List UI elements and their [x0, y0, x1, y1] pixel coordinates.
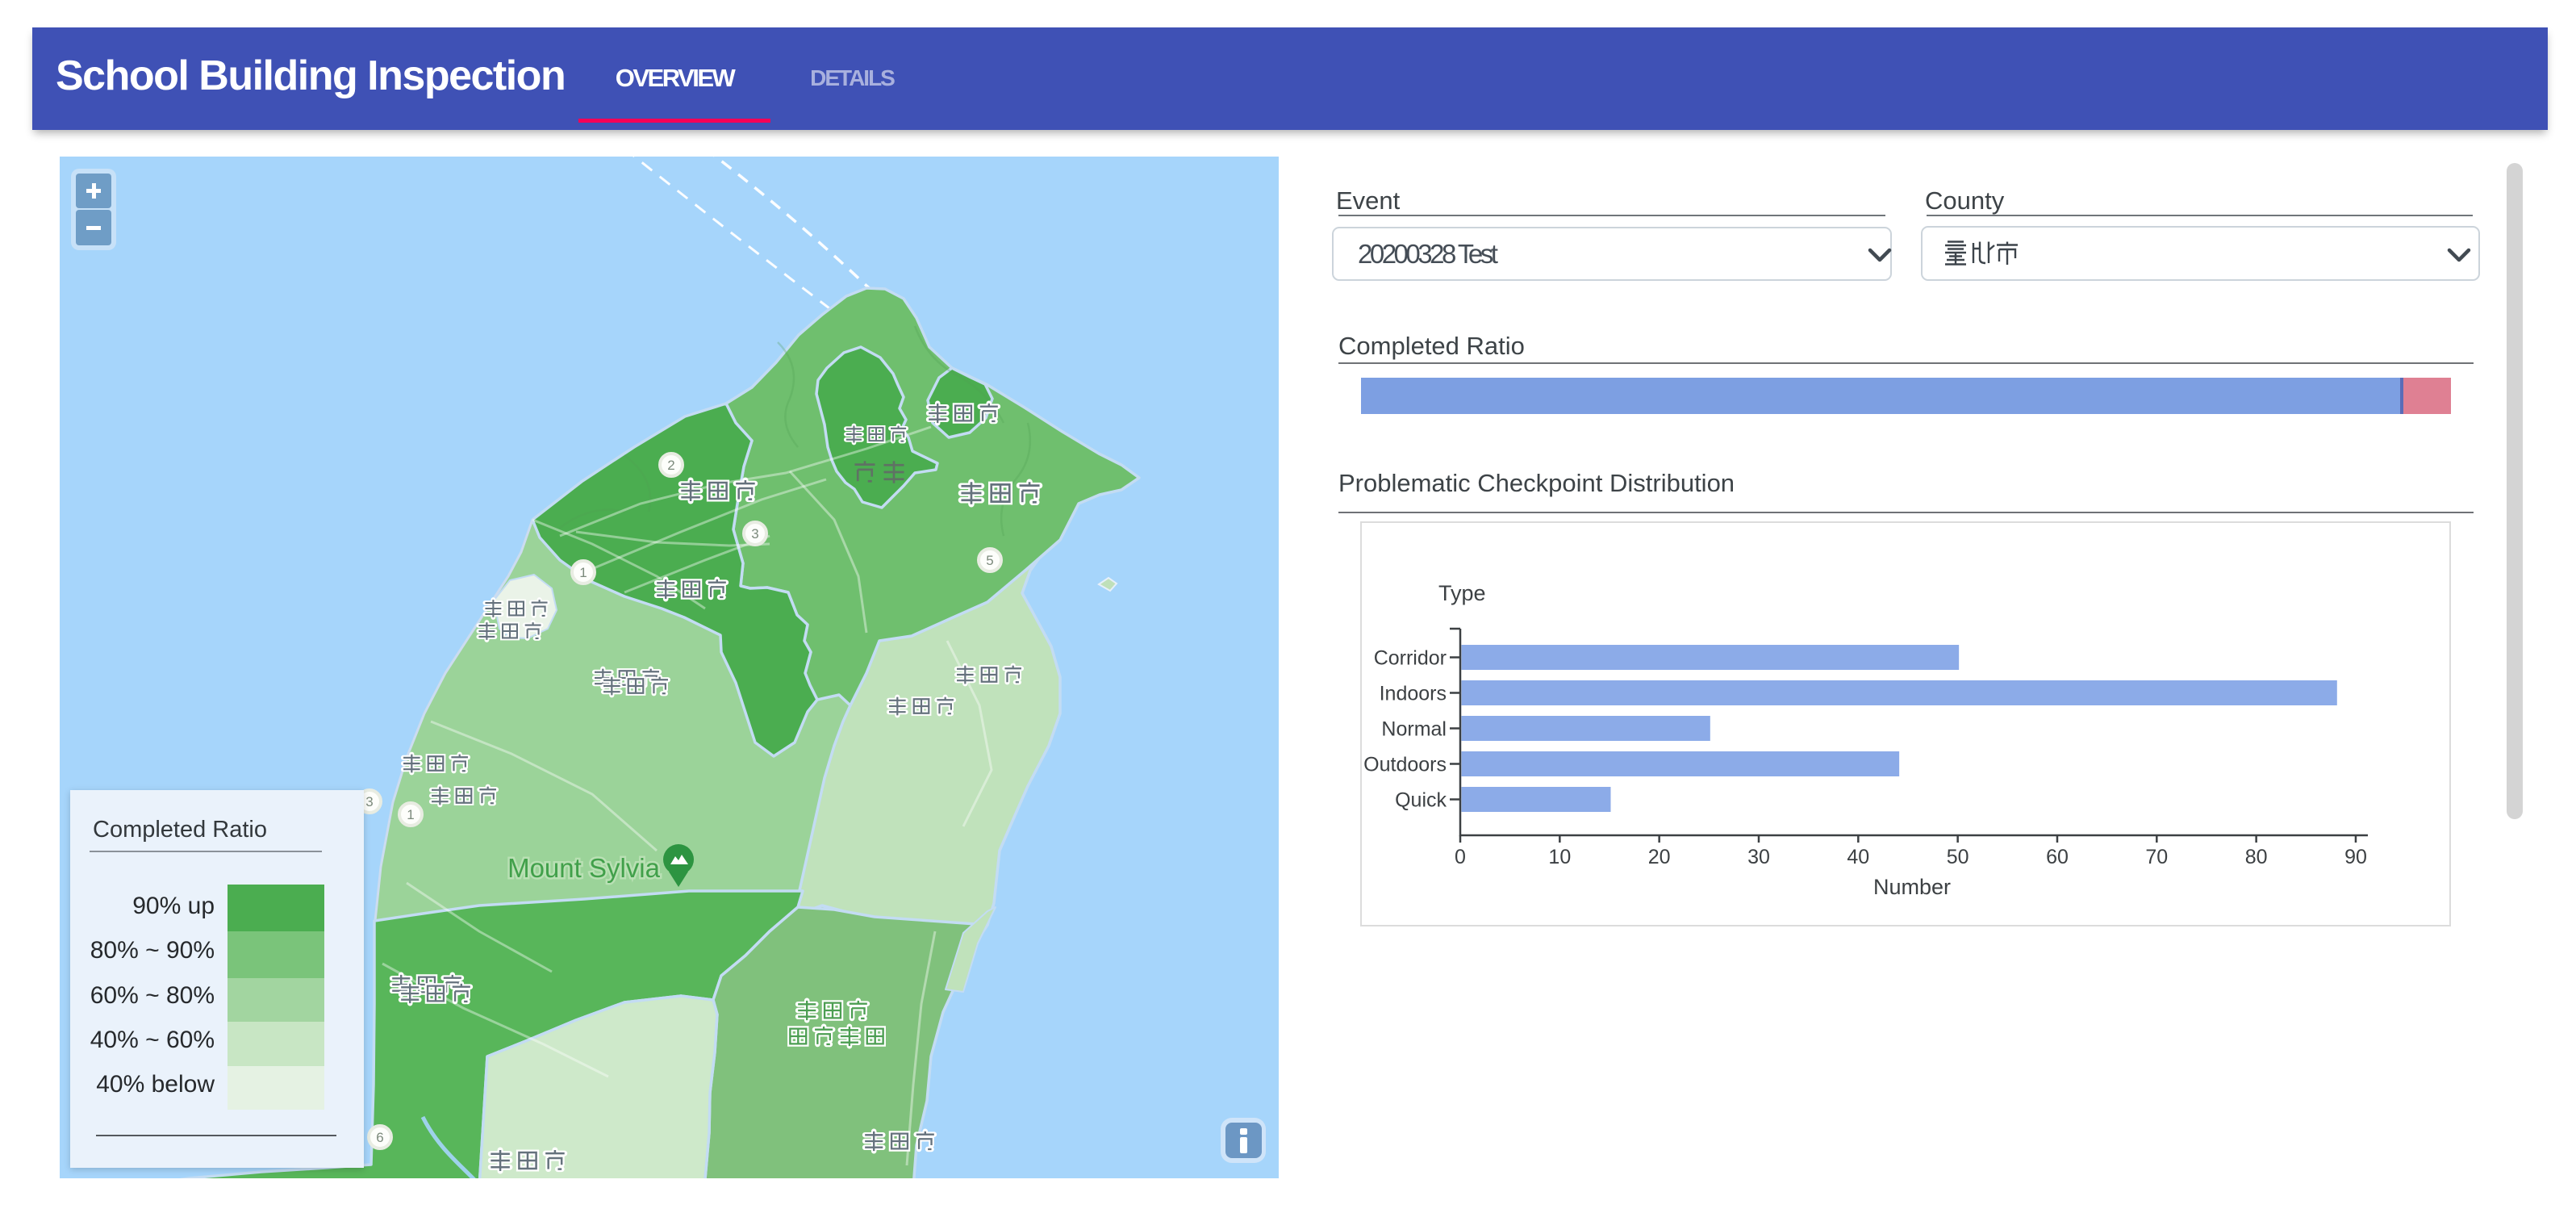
svg-text:6: 6	[376, 1130, 383, 1145]
svg-text:40: 40	[1847, 846, 1869, 868]
svg-text:1: 1	[579, 565, 587, 580]
svg-text:30: 30	[1747, 846, 1770, 868]
svg-text:2: 2	[667, 458, 674, 473]
svg-text:60: 60	[2046, 846, 2069, 868]
svg-text:3: 3	[751, 526, 758, 542]
svg-text:1: 1	[407, 807, 414, 822]
svg-text:Quick: Quick	[1395, 789, 1447, 812]
svg-text:3: 3	[365, 794, 373, 809]
svg-text:50: 50	[1947, 846, 1969, 868]
svg-text:90: 90	[2344, 846, 2367, 868]
svg-text:70: 70	[2145, 846, 2168, 868]
svg-text:Normal: Normal	[1381, 718, 1447, 741]
svg-text:Type: Type	[1438, 581, 1486, 605]
svg-text:Number: Number	[1873, 875, 1951, 899]
svg-text:20: 20	[1648, 846, 1671, 868]
svg-text:Corridor: Corridor	[1374, 647, 1447, 670]
svg-text:Mount Sylvia: Mount Sylvia	[507, 853, 661, 883]
svg-text:Outdoors: Outdoors	[1363, 754, 1447, 776]
svg-text:80: 80	[2245, 846, 2268, 868]
svg-text:10: 10	[1548, 846, 1571, 868]
svg-text:Indoors: Indoors	[1380, 683, 1447, 705]
svg-text:0: 0	[1455, 846, 1466, 868]
svg-text:5: 5	[986, 553, 993, 568]
